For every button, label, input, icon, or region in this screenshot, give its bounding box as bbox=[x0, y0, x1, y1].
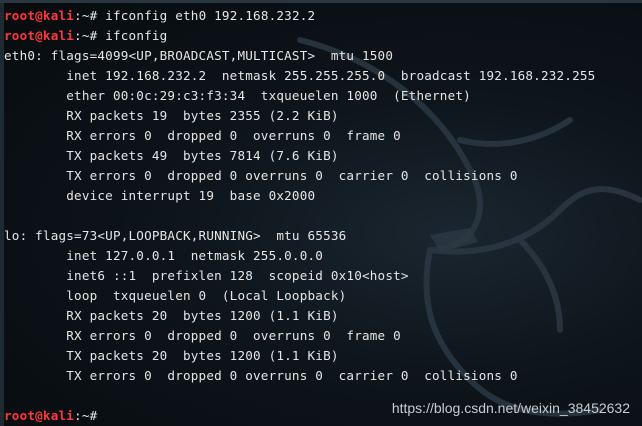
prompt-user: root@kali bbox=[4, 28, 75, 43]
output-line: inet 192.168.232.2 netmask 255.255.255.0… bbox=[4, 68, 596, 83]
output-line: lo: flags=73<UP,LOOPBACK,RUNNING> mtu 65… bbox=[4, 228, 347, 243]
output-line: TX packets 20 bytes 1200 (1.1 KiB) bbox=[4, 348, 339, 363]
command-text bbox=[97, 408, 105, 423]
prompt-path: :~# bbox=[74, 408, 98, 423]
watermark-url: https://blog.csdn.net/weixin_38452632 bbox=[391, 400, 630, 416]
output-line: inet 127.0.0.1 netmask 255.0.0.0 bbox=[4, 248, 324, 263]
output-line: device interrupt 19 base 0x2000 bbox=[4, 188, 316, 203]
output-line: inet6 ::1 prefixlen 128 scopeid 0x10<hos… bbox=[4, 268, 409, 283]
command-text: ifconfig eth0 192.168.232.2 bbox=[97, 8, 316, 23]
prompt-user: root@kali bbox=[4, 8, 75, 23]
command-text: ifconfig bbox=[97, 28, 168, 43]
output-line: RX packets 19 bytes 2355 (2.2 KiB) bbox=[4, 108, 339, 123]
output-line: RX packets 20 bytes 1200 (1.1 KiB) bbox=[4, 308, 339, 323]
output-line: loop txqueuelen 0 (Local Loopback) bbox=[4, 288, 347, 303]
output-line: RX errors 0 dropped 0 overruns 0 frame 0 bbox=[4, 128, 401, 143]
output-line: RX errors 0 dropped 0 overruns 0 frame 0 bbox=[4, 328, 401, 343]
window-top-border bbox=[0, 0, 642, 3]
command-line: root@kali:~# ifconfig eth0 192.168.232.2 bbox=[4, 6, 315, 26]
prompt-user: root@kali bbox=[4, 408, 75, 423]
active-prompt-line: root@kali:~# bbox=[4, 406, 115, 426]
prompt-path: :~# bbox=[74, 28, 98, 43]
output-line: eth0: flags=4099<UP,BROADCAST,MULTICAST>… bbox=[4, 48, 394, 63]
command-line: root@kali:~# ifconfig bbox=[4, 26, 167, 46]
output-line: TX packets 49 bytes 7814 (7.6 KiB) bbox=[4, 148, 339, 163]
terminal-window[interactable]: root@kali:~# ifconfig eth0 192.168.232.2… bbox=[0, 0, 642, 426]
output-line: TX errors 0 dropped 0 overruns 0 carrier… bbox=[4, 168, 518, 183]
output-line: TX errors 0 dropped 0 overruns 0 carrier… bbox=[4, 368, 518, 383]
prompt-path: :~# bbox=[74, 8, 98, 23]
output-line: ether 00:0c:29:c3:f3:34 txqueuelen 1000 … bbox=[4, 88, 471, 103]
